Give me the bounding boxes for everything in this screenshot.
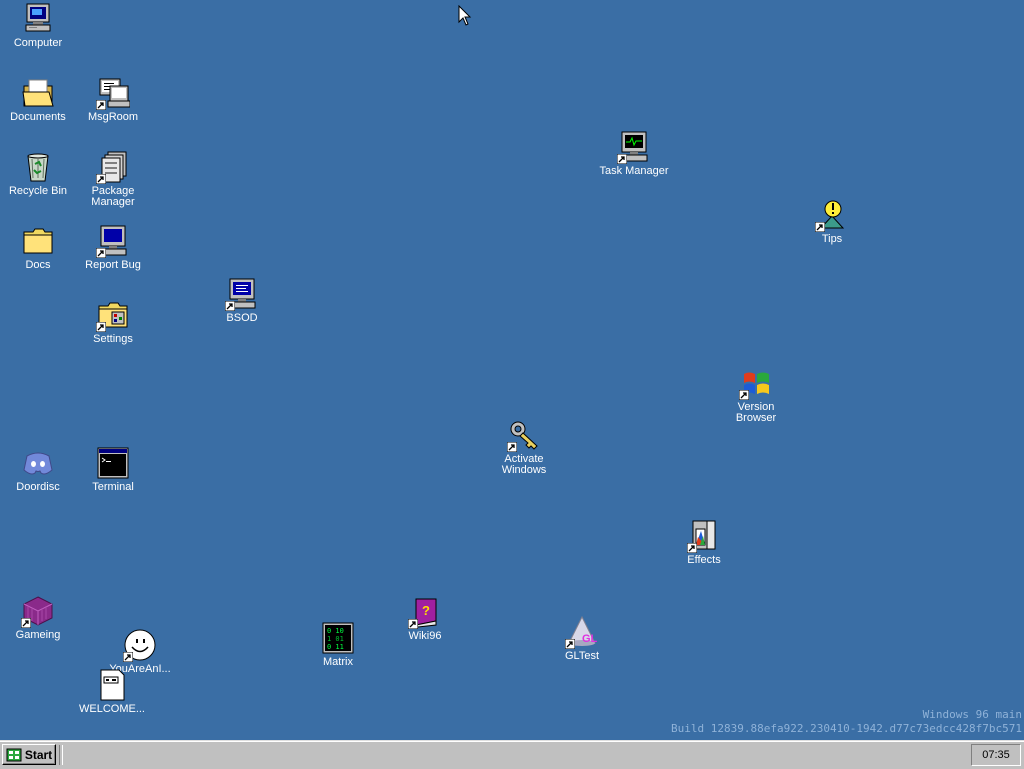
bsod-computer-icon xyxy=(225,277,259,311)
desktop-icon-package-manager[interactable]: Package Manager xyxy=(75,150,151,208)
shortcut-arrow-icon xyxy=(815,222,825,232)
desktop-icon-label: Documents xyxy=(10,111,66,123)
desktop-icon-label: BSOD xyxy=(226,312,258,324)
package-manager-icon xyxy=(96,150,130,184)
desktop-icon-bsod[interactable]: BSOD xyxy=(204,277,280,324)
mouse-pointer-icon xyxy=(458,5,472,26)
open-folder-icon xyxy=(21,76,55,110)
folder-icon xyxy=(21,224,55,258)
effects-icon xyxy=(687,519,721,553)
build-watermark: Windows 96 main Build 12839.88efa922.230… xyxy=(671,708,1022,736)
start-button-label: Start xyxy=(24,747,53,762)
text-document-icon xyxy=(95,668,129,702)
desktop-icon-terminal[interactable]: Terminal xyxy=(75,446,151,493)
desktop-icon-settings[interactable]: Settings xyxy=(75,298,151,345)
recycle-bin-icon xyxy=(21,150,55,184)
watermark-line-build: Build 12839.88efa922.230410-1942.d77c73e… xyxy=(671,722,1022,735)
task-manager-icon xyxy=(617,130,651,164)
shortcut-arrow-icon xyxy=(123,652,133,662)
desktop-icon-computer[interactable]: Computer xyxy=(0,2,76,49)
windows-flag-icon xyxy=(739,366,773,400)
desktop-icon-activate-windows[interactable]: Activate Windows xyxy=(486,418,562,476)
chat-computer-icon xyxy=(96,76,131,110)
desktop-icon-welcome[interactable]: WELCOME... xyxy=(74,668,150,715)
key-icon xyxy=(507,418,541,452)
shortcut-arrow-icon xyxy=(96,248,106,258)
shortcut-arrow-icon xyxy=(96,100,106,110)
desktop-icon-task-manager[interactable]: Task Manager xyxy=(596,130,672,177)
settings-folder-icon xyxy=(96,298,130,332)
shortcut-arrow-icon xyxy=(565,639,575,649)
desktop-icon-documents[interactable]: Documents xyxy=(0,76,76,123)
start-button[interactable]: Start xyxy=(2,744,56,765)
watermark-line-edition: Windows 96 main xyxy=(922,708,1022,721)
desktop-icon-label: Recycle Bin xyxy=(8,185,68,197)
shortcut-arrow-icon xyxy=(687,543,697,553)
opengl-cone-icon: GL xyxy=(565,615,599,649)
desktop-icon-label: Wiki96 xyxy=(408,630,442,642)
desktop-icon-label: Matrix xyxy=(323,656,353,668)
shortcut-arrow-icon xyxy=(96,174,106,184)
shortcut-arrow-icon xyxy=(739,390,749,400)
desktop-icon-label: Settings xyxy=(93,333,133,345)
tips-lightbulb-icon xyxy=(815,198,849,232)
purple-cube-icon xyxy=(21,594,55,628)
desktop-icon-version-browser[interactable]: Version Browser xyxy=(718,366,794,424)
desktop-icon-label: Effects xyxy=(687,554,721,566)
desktop-icon-msgroom[interactable]: MsgRoom xyxy=(75,76,151,123)
shortcut-arrow-icon xyxy=(96,322,106,332)
desktop-icon-effects[interactable]: Effects xyxy=(666,519,742,566)
start-logo-icon xyxy=(6,748,22,761)
desktop-icon-gltest[interactable]: GL GLTest xyxy=(544,615,620,662)
desktop-icon-label: Activate Windows xyxy=(501,453,547,476)
desktop-icon-label: Computer xyxy=(13,37,63,49)
shortcut-arrow-icon xyxy=(21,618,31,628)
shortcut-arrow-icon xyxy=(225,301,235,311)
desktop-icon-label: Version Browser xyxy=(735,401,777,424)
taskbar: Start 07:35 xyxy=(0,740,1024,769)
help-book-icon: ? xyxy=(408,595,442,629)
desktop-icon-label: Package Manager xyxy=(91,185,135,208)
svg-text:0 11: 0 11 xyxy=(327,643,344,651)
desktop-icon-tips[interactable]: Tips xyxy=(794,198,870,245)
svg-text:1 01: 1 01 xyxy=(327,635,344,643)
smiley-face-icon xyxy=(123,628,157,662)
clock[interactable]: 07:35 xyxy=(982,749,1010,761)
desktop-icon-label: Gameing xyxy=(15,629,61,641)
shortcut-arrow-icon xyxy=(617,154,627,164)
taskbar-separator xyxy=(59,745,63,765)
svg-text:GL: GL xyxy=(582,633,598,645)
desktop-icon-label: GLTest xyxy=(564,650,600,662)
desktop-icon-label: Docs xyxy=(25,259,51,271)
matrix-icon: 0 10 1 01 0 11 xyxy=(321,621,355,655)
desktop-icon-recycle-bin[interactable]: Recycle Bin xyxy=(0,150,76,197)
svg-text:?: ? xyxy=(422,603,430,618)
desktop-icon-label: MsgRoom xyxy=(87,111,139,123)
terminal-icon xyxy=(96,446,130,480)
desktop-icon-doordisc[interactable]: Doordisc xyxy=(0,446,76,493)
desktop-icon-label: Terminal xyxy=(92,481,134,493)
svg-text:0 10: 0 10 xyxy=(327,627,344,635)
desktop-icon-wiki96[interactable]: ? Wiki96 xyxy=(387,595,463,642)
desktop-icon-report-bug[interactable]: Report Bug xyxy=(75,224,151,271)
system-tray[interactable]: 07:35 xyxy=(971,744,1021,766)
discord-icon xyxy=(21,446,55,480)
desktop-icon-docs[interactable]: Docs xyxy=(0,224,76,271)
desktop-icon-label: WELCOME... xyxy=(78,703,145,715)
desktop[interactable]: Computer Documents MsgRoom Recycle Bin P… xyxy=(0,0,1024,740)
desktop-icon-label: Report Bug xyxy=(85,259,141,271)
desktop-icon-matrix[interactable]: 0 10 1 01 0 11 Matrix xyxy=(300,621,376,668)
desktop-icon-label: Task Manager xyxy=(599,165,669,177)
computer-icon xyxy=(21,2,55,36)
desktop-icon-label: Doordisc xyxy=(16,481,60,493)
computer-icon xyxy=(96,224,130,258)
shortcut-arrow-icon xyxy=(408,619,418,629)
shortcut-arrow-icon xyxy=(507,442,517,452)
desktop-icon-label: Tips xyxy=(821,233,843,245)
desktop-icon-gameing[interactable]: Gameing xyxy=(0,594,76,641)
